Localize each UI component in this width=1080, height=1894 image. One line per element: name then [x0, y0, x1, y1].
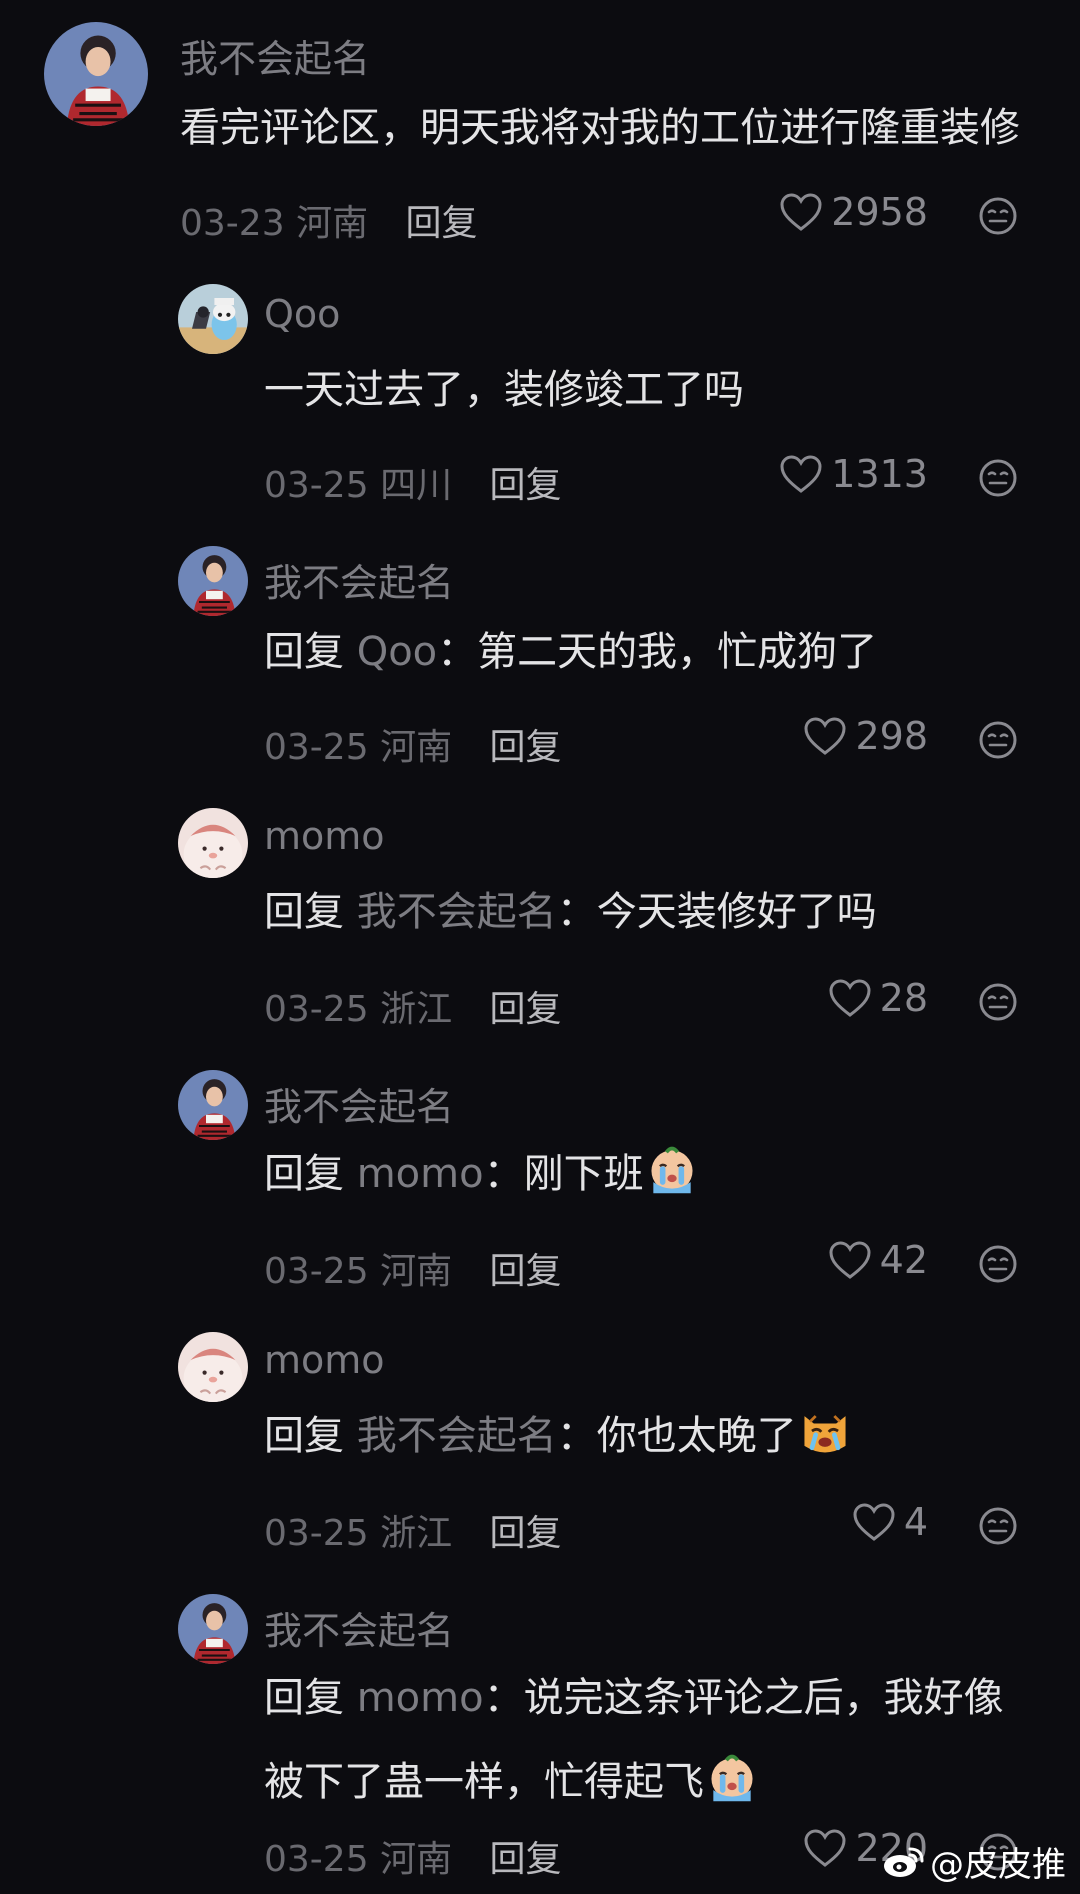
- comment-text: 回复 我不会起名：今天装修好了吗: [264, 870, 877, 954]
- comment-location: 河南: [380, 1251, 453, 1292]
- meh-face-icon[interactable]: [978, 1506, 1018, 1546]
- comment-meta: 03-25 浙江 回复: [264, 980, 562, 1032]
- heart-outline-icon: [803, 716, 847, 756]
- heart-outline-icon: [779, 192, 823, 232]
- like-button[interactable]: 298: [803, 714, 928, 758]
- reply-button[interactable]: 回复: [490, 989, 562, 1030]
- meh-face-icon[interactable]: [978, 720, 1018, 760]
- username[interactable]: momo: [264, 1338, 385, 1382]
- like-count: 1313: [831, 452, 928, 496]
- reply-target[interactable]: momo: [357, 1675, 484, 1721]
- meh-face-icon[interactable]: [978, 982, 1018, 1022]
- comment-date: 03-25: [264, 727, 369, 768]
- heart-outline-icon: [852, 1502, 896, 1542]
- reply-body-line2: 被下了蛊一样，忙得起飞: [264, 1759, 704, 1805]
- comment-meta: 03-23 河南 回复: [180, 194, 478, 246]
- comment-date: 03-25: [264, 989, 369, 1030]
- avatar[interactable]: [178, 1594, 248, 1664]
- comment-location: 浙江: [380, 989, 453, 1030]
- avatar[interactable]: [178, 1332, 248, 1402]
- comment-text: 回复 momo：刚下班: [264, 1132, 700, 1216]
- comment-text: 看完评论区，明天我将对我的工位进行隆重装修: [180, 105, 1020, 151]
- reply-body: ：今天装修好了吗: [556, 889, 877, 935]
- crying-emoji: [704, 1749, 760, 1805]
- like-count: 28: [879, 976, 928, 1020]
- heart-outline-icon: [828, 978, 872, 1018]
- watermark: @皮皮推: [882, 1837, 1066, 1886]
- comment-location: 河南: [380, 727, 453, 768]
- reply-button[interactable]: 回复: [490, 1513, 562, 1554]
- comment-location: 河南: [380, 1839, 453, 1880]
- avatar[interactable]: [44, 22, 148, 126]
- comment-location: 四川: [380, 465, 453, 506]
- username[interactable]: 我不会起名: [264, 552, 454, 607]
- avatar[interactable]: [178, 808, 248, 878]
- avatar[interactable]: [178, 546, 248, 616]
- comment-location: 浙江: [380, 1513, 453, 1554]
- meh-face-icon[interactable]: [978, 458, 1018, 498]
- meh-face-icon[interactable]: [978, 196, 1018, 236]
- crying-emoji: [644, 1141, 700, 1197]
- comment-meta: 03-25 河南 回复: [264, 1242, 562, 1294]
- reply-target[interactable]: momo: [357, 1151, 484, 1197]
- username[interactable]: momo: [264, 814, 385, 858]
- reply-prefix: 回复: [264, 1675, 344, 1721]
- like-count: 298: [855, 714, 928, 758]
- reply-prefix: 回复: [264, 1413, 344, 1459]
- username[interactable]: 我不会起名: [264, 1076, 454, 1131]
- comment-date: 03-25: [264, 1251, 369, 1292]
- watermark-text: @皮皮推: [930, 1845, 1066, 1885]
- comment-text: 回复 Qoo：第二天的我，忙成狗了: [264, 610, 877, 694]
- reply-prefix: 回复: [264, 889, 344, 935]
- like-button[interactable]: 42: [828, 1238, 928, 1282]
- username[interactable]: Qoo: [264, 292, 340, 336]
- heart-outline-icon: [779, 454, 823, 494]
- reply-body: ：你也太晚了: [556, 1413, 797, 1459]
- heart-outline-icon: [828, 1240, 872, 1280]
- meh-face-icon[interactable]: [978, 1244, 1018, 1284]
- comment-location: 河南: [296, 203, 369, 244]
- like-count: 42: [879, 1238, 928, 1282]
- like-count: 4: [903, 1500, 928, 1544]
- reply-body: ：刚下班: [483, 1151, 644, 1197]
- heart-outline-icon: [803, 1828, 847, 1868]
- like-button[interactable]: 2958: [779, 190, 928, 234]
- like-count: 2958: [831, 190, 928, 234]
- reply-button[interactable]: 回复: [406, 203, 478, 244]
- reply-button[interactable]: 回复: [490, 1251, 562, 1292]
- username[interactable]: 我不会起名: [264, 1600, 454, 1655]
- comment-text: 回复 我不会起名：你也太晚了: [264, 1394, 853, 1478]
- comment-date: 03-25: [264, 1839, 369, 1880]
- crying-cat-emoji: [797, 1403, 853, 1459]
- reply-target[interactable]: Qoo: [357, 629, 437, 675]
- like-button[interactable]: 1313: [779, 452, 928, 496]
- like-button[interactable]: 28: [828, 976, 928, 1020]
- weibo-logo-icon: [882, 1845, 924, 1879]
- reply-prefix: 回复: [264, 1151, 344, 1197]
- username[interactable]: 我不会起名: [180, 28, 370, 83]
- reply-body: ：第二天的我，忙成狗了: [437, 629, 878, 675]
- comment-date: 03-25: [264, 465, 369, 506]
- reply-prefix: 回复: [264, 629, 344, 675]
- avatar[interactable]: [178, 284, 248, 354]
- comment-meta: 03-25 浙江 回复: [264, 1504, 562, 1556]
- reply-button[interactable]: 回复: [490, 465, 562, 506]
- comment-date: 03-23: [180, 203, 285, 244]
- reply-target[interactable]: 我不会起名: [357, 889, 557, 935]
- reply-target[interactable]: 我不会起名: [357, 1413, 557, 1459]
- comment-text: 回复 momo：说完这条评论之后，我好像 被下了蛊一样，忙得起飞: [264, 1656, 1004, 1824]
- comment-meta: 03-25 河南 回复: [264, 718, 562, 770]
- comment-meta: 03-25 河南 回复: [264, 1830, 562, 1882]
- like-button[interactable]: 4: [852, 1500, 928, 1544]
- reply-button[interactable]: 回复: [490, 1839, 562, 1880]
- comment-text: 一天过去了，装修竣工了吗: [264, 367, 744, 413]
- reply-body: ：说完这条评论之后，我好像: [483, 1675, 1004, 1721]
- avatar[interactable]: [178, 1070, 248, 1140]
- comment-date: 03-25: [264, 1513, 369, 1554]
- comment-meta: 03-25 四川 回复: [264, 456, 562, 508]
- reply-button[interactable]: 回复: [490, 727, 562, 768]
